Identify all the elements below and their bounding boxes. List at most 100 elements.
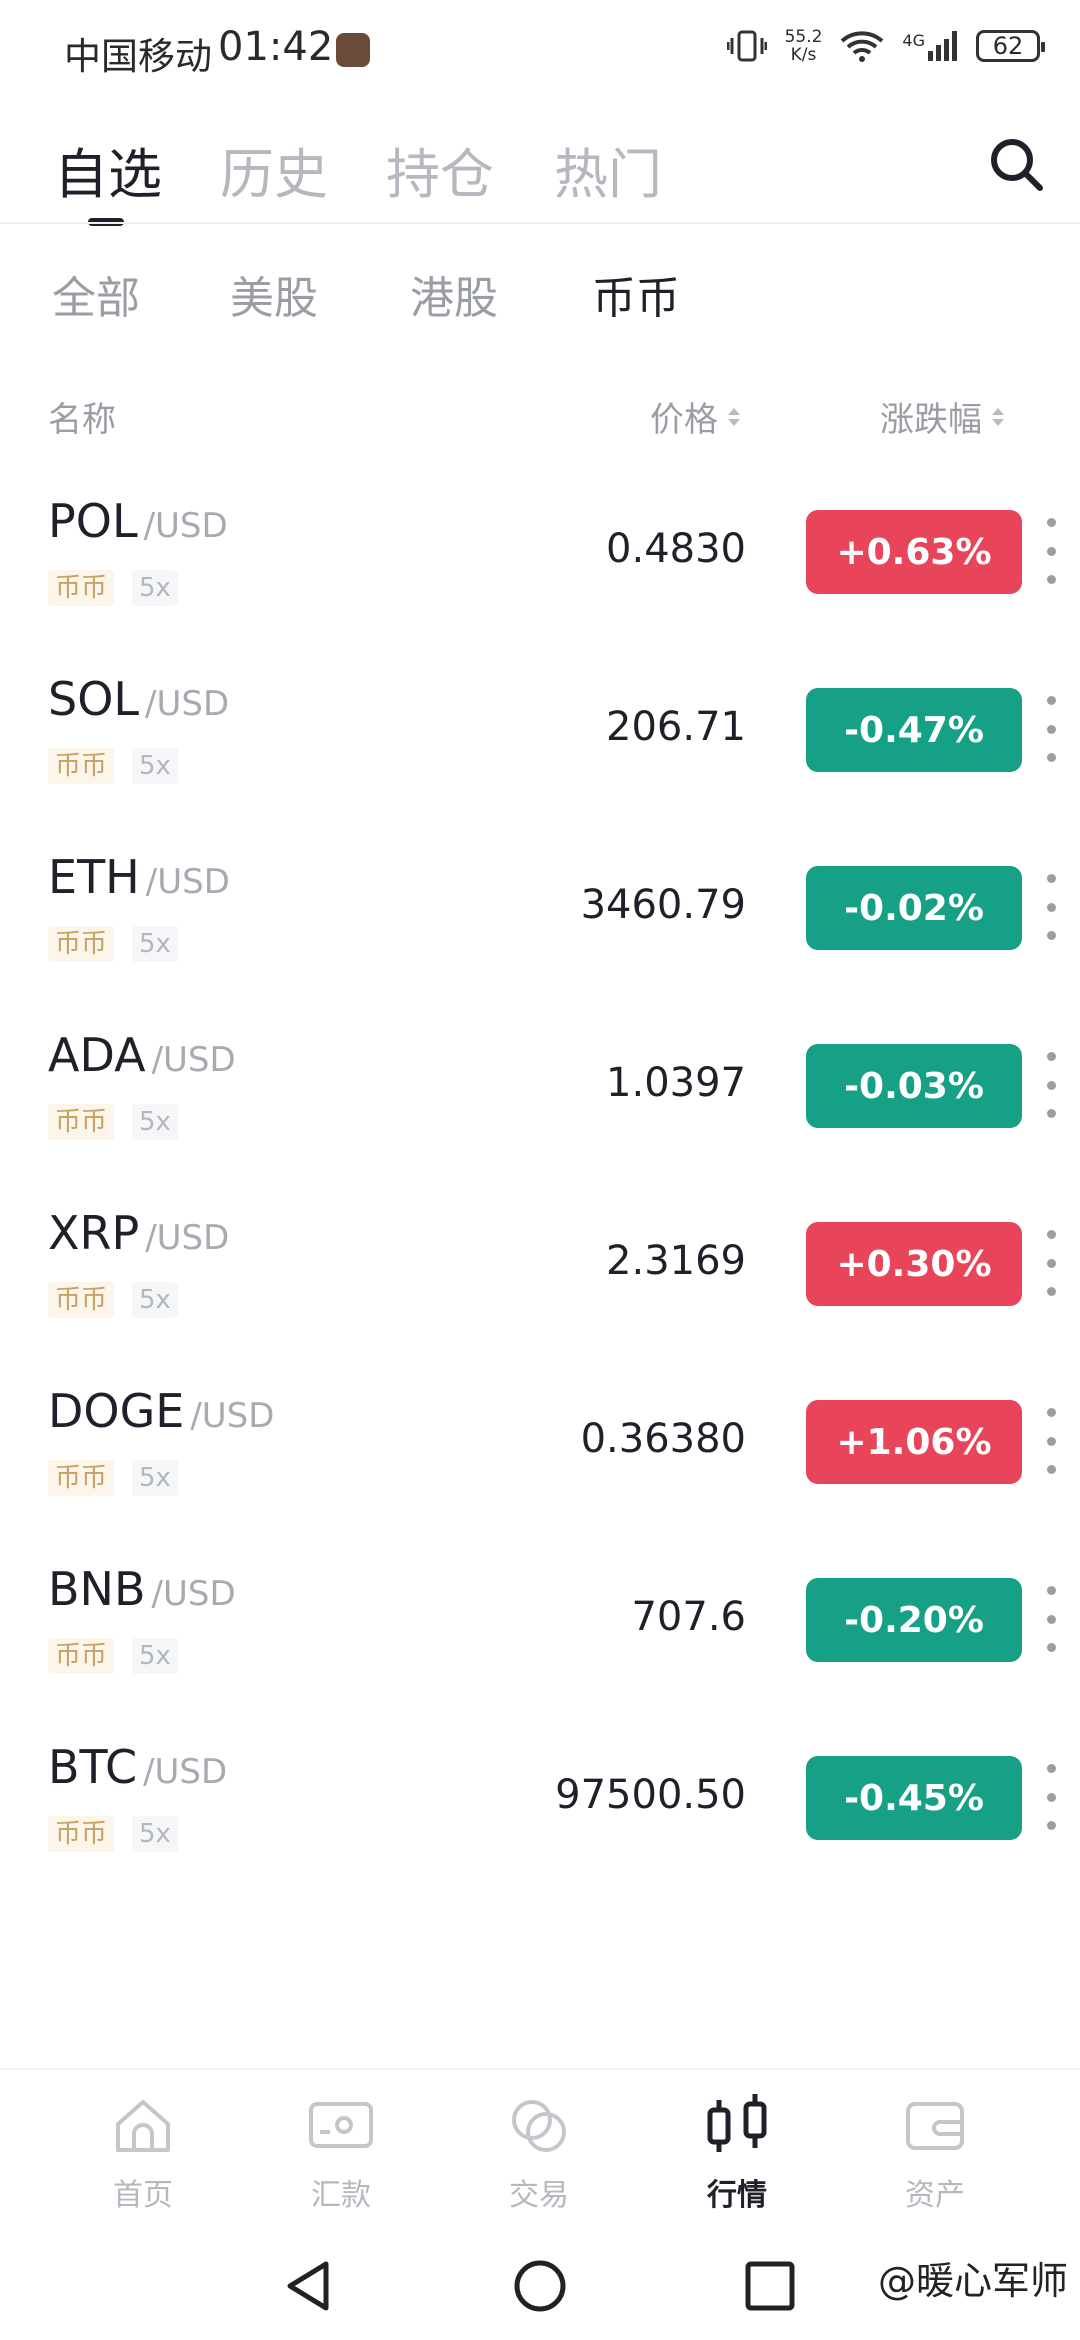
list-item[interactable]: ADA/USD 币币 5x 1.0397 -0.03% [0,1008,1080,1186]
nav-remit[interactable]: 汇款 [266,2090,416,2214]
change-badge[interactable]: +0.30% [806,1222,1022,1306]
network-speed: 55.2 K/s [784,27,823,65]
nav-label: 行情 [707,2178,767,2213]
notification-app-icon [336,33,370,67]
leverage-badge: 5x [132,926,178,962]
trade-icon [512,2100,566,2152]
nav-home[interactable]: 首页 [68,2090,218,2214]
tab-divider [0,222,1080,224]
change-badge[interactable]: -0.02% [806,866,1022,950]
search-icon[interactable] [986,134,1046,194]
change-badge[interactable]: -0.20% [806,1578,1022,1662]
tab-hot[interactable]: 热门 [554,130,662,209]
price-value: 3460.79 [580,882,746,928]
list-item[interactable]: DOGE/USD 币币 5x 0.36380 +1.06% [0,1364,1080,1542]
symbol-name: SOL/USD [48,672,230,726]
market-icon [707,2094,767,2152]
sort-icon [728,407,740,426]
change-badge[interactable]: +1.06% [806,1400,1022,1484]
nav-label: 资产 [905,2178,965,2213]
more-options-icon[interactable] [1044,1764,1058,1830]
price-value: 2.3169 [606,1238,746,1284]
status-icons: 55.2 K/s 4G 62 [726,27,1045,65]
leverage-badge: 5x [132,570,178,606]
change-badge[interactable]: -0.03% [806,1044,1022,1128]
change-badge[interactable]: +0.63% [806,510,1022,594]
symbol-name: ADA/USD [48,1028,236,1082]
list-item[interactable]: XRP/USD 币币 5x 2.3169 +0.30% [0,1186,1080,1364]
price-value: 0.4830 [606,526,746,572]
subtab-crypto[interactable]: 币币 [592,262,680,326]
symbol-name: XRP/USD [48,1206,230,1260]
back-icon[interactable] [282,2258,334,2314]
list-item[interactable]: ETH/USD 币币 5x 3460.79 -0.02% [0,830,1080,1008]
nav-market[interactable]: 行情 [662,2090,812,2214]
category-badge: 币币 [48,1816,115,1852]
category-badge: 币币 [48,1282,115,1318]
leverage-badge: 5x [132,748,178,784]
home-icon [116,2100,170,2152]
wifi-icon [841,31,884,62]
tab-history[interactable]: 历史 [220,130,328,209]
category-badge: 币币 [48,1104,115,1140]
nav-label: 汇款 [311,2178,371,2213]
price-value: 206.71 [606,704,746,750]
remit-icon [309,2102,373,2148]
column-change-header[interactable]: 涨跌幅 [880,392,1004,441]
symbol-name: DOGE/USD [48,1384,275,1438]
carrier-label: 中国移动 [64,35,212,78]
symbol-name: POL/USD [48,494,228,548]
column-price-header[interactable]: 价格 [650,392,740,441]
nav-assets[interactable]: 资产 [860,2090,1010,2214]
subtab-us-stocks[interactable]: 美股 [230,262,318,326]
category-badge: 币币 [48,1638,115,1674]
bottom-nav: 首页 汇款 交易 行情 资产 [0,2068,1080,2238]
price-value: 707.6 [631,1594,746,1640]
tab-positions[interactable]: 持仓 [386,130,494,209]
subtab-all[interactable]: 全部 [52,262,140,326]
watermark: @暖心军师 [877,2259,1068,2303]
symbol-name: BTC/USD [48,1740,228,1794]
clock: 01:42 [218,24,334,70]
home-circle-icon[interactable] [512,2258,568,2314]
vibrate-icon [726,30,767,62]
recents-icon[interactable] [744,2258,796,2314]
tab-watchlist[interactable]: 自选 [54,130,162,226]
leverage-badge: 5x [132,1638,178,1674]
sort-icon [992,407,1004,426]
price-value: 97500.50 [555,1772,746,1818]
subtab-hk-stocks[interactable]: 港股 [410,262,498,326]
wallet-icon [906,2102,964,2150]
status-bar: 中国移动 01:42 55.2 K/s 4G 62 [0,0,1080,100]
more-options-icon[interactable] [1044,1408,1058,1474]
symbol-name: ETH/USD [48,850,230,904]
leverage-badge: 5x [132,1460,178,1496]
more-options-icon[interactable] [1044,1230,1058,1296]
nav-trade[interactable]: 交易 [464,2090,614,2214]
nav-label: 首页 [113,2178,173,2213]
list-item[interactable]: POL/USD 币币 5x 0.4830 +0.63% [0,474,1080,652]
list-item[interactable]: BNB/USD 币币 5x 707.6 -0.20% [0,1542,1080,1720]
battery-icon: 62 [976,30,1045,62]
category-badge: 币币 [48,748,115,784]
leverage-badge: 5x [132,1104,178,1140]
more-options-icon[interactable] [1044,874,1058,940]
list-item[interactable]: BTC/USD 币币 5x 97500.50 -0.45% [0,1720,1080,1898]
category-badge: 币币 [48,926,115,962]
more-options-icon[interactable] [1044,518,1058,584]
symbol-name: BNB/USD [48,1562,236,1616]
nav-label: 交易 [509,2178,569,2213]
more-options-icon[interactable] [1044,1586,1058,1652]
category-badge: 币币 [48,570,115,606]
change-badge[interactable]: -0.45% [806,1756,1022,1840]
price-value: 1.0397 [606,1060,746,1106]
column-name-header: 名称 [48,400,116,440]
leverage-badge: 5x [132,1816,178,1852]
more-options-icon[interactable] [1044,696,1058,762]
list-item[interactable]: SOL/USD 币币 5x 206.71 -0.47% [0,652,1080,830]
signal-icon [928,31,957,61]
signal-indicator: 4G [902,31,958,61]
leverage-badge: 5x [132,1282,178,1318]
change-badge[interactable]: -0.47% [806,688,1022,772]
more-options-icon[interactable] [1044,1052,1058,1118]
